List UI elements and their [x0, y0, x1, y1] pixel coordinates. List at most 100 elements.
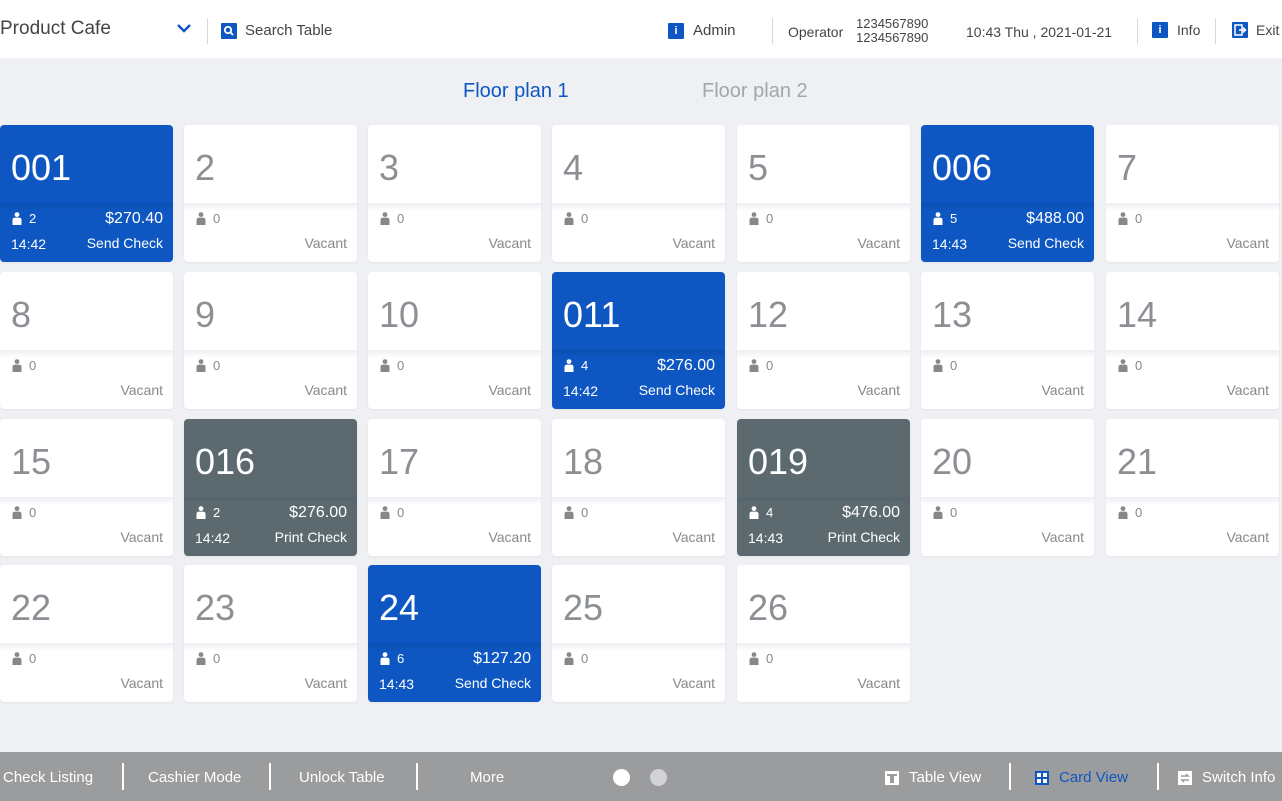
- page-dot[interactable]: [650, 769, 667, 786]
- guest-count-value: 0: [29, 358, 37, 373]
- table-card[interactable]: 20 0 Vacant: [921, 419, 1094, 556]
- table-card[interactable]: 2 0 Vacant: [184, 125, 357, 262]
- table-view-button[interactable]: Table View: [884, 769, 981, 786]
- table-status: Print Check: [827, 529, 900, 545]
- card-divider: [921, 350, 1094, 358]
- info-button[interactable]: i Info: [1152, 22, 1200, 38]
- guest-count: 0: [1117, 211, 1142, 226]
- guest-count: 0: [932, 505, 957, 520]
- check-listing-button[interactable]: Check Listing: [3, 769, 93, 786]
- more-button[interactable]: More: [470, 769, 504, 786]
- table-card[interactable]: 9 0 Vacant: [184, 272, 357, 409]
- guest-count: 0: [379, 358, 404, 373]
- table-status: Send Check: [638, 382, 715, 398]
- person-icon: [196, 212, 206, 225]
- person-icon: [933, 212, 943, 225]
- check-time: 14:42: [11, 236, 47, 252]
- guest-count-value: 0: [950, 358, 958, 373]
- guest-count-value: 0: [397, 505, 405, 520]
- guest-count-value: 0: [581, 505, 589, 520]
- table-number: 21: [1117, 441, 1158, 482]
- table-status: Vacant: [488, 529, 531, 545]
- person-icon: [1118, 359, 1128, 372]
- card-divider: [921, 497, 1094, 505]
- check-time: 14:42: [195, 530, 231, 546]
- person-icon: [12, 212, 22, 225]
- table-card[interactable]: 019 4 $476.00 14:43 Print Check: [737, 419, 910, 556]
- table-card[interactable]: 24 6 $127.20 14:43 Send Check: [368, 565, 541, 702]
- table-card[interactable]: 10 0 Vacant: [368, 272, 541, 409]
- switch-info-button[interactable]: Switch Info: [1177, 769, 1275, 786]
- table-card[interactable]: 006 5 $488.00 14:43 Send Check: [921, 125, 1094, 262]
- table-status: Send Check: [454, 675, 531, 691]
- person-icon: [749, 506, 759, 519]
- person-icon: [749, 359, 759, 372]
- table-number: 9: [195, 294, 216, 335]
- unlock-table-button[interactable]: Unlock Table: [299, 769, 385, 786]
- guest-count: 2: [195, 505, 220, 520]
- switch-info-label: Switch Info: [1202, 769, 1276, 786]
- table-status: Print Check: [274, 529, 347, 545]
- table-card[interactable]: 13 0 Vacant: [921, 272, 1094, 409]
- table-status: Vacant: [120, 529, 163, 545]
- table-card[interactable]: 15 0 Vacant: [0, 419, 173, 556]
- table-status: Vacant: [120, 675, 163, 691]
- table-card[interactable]: 14 0 Vacant: [1106, 272, 1279, 409]
- table-card[interactable]: 25 0 Vacant: [552, 565, 725, 702]
- card-view-button[interactable]: Card View: [1034, 769, 1128, 786]
- table-card[interactable]: 5 0 Vacant: [737, 125, 910, 262]
- table-card[interactable]: 8 0 Vacant: [0, 272, 173, 409]
- header-divider: [207, 18, 208, 44]
- chevron-down-icon[interactable]: [176, 22, 192, 34]
- table-card[interactable]: 21 0 Vacant: [1106, 419, 1279, 556]
- person-icon: [380, 212, 390, 225]
- table-card[interactable]: 12 0 Vacant: [737, 272, 910, 409]
- table-status: Vacant: [672, 529, 715, 545]
- table-number: 12: [748, 294, 789, 335]
- table-status: Vacant: [1041, 382, 1084, 398]
- table-card[interactable]: 4 0 Vacant: [552, 125, 725, 262]
- person-icon: [933, 506, 943, 519]
- exit-label: Exit: [1256, 22, 1280, 38]
- table-status: Vacant: [1041, 529, 1084, 545]
- table-number: 006: [932, 147, 993, 188]
- table-status: Vacant: [488, 382, 531, 398]
- guest-count: 0: [748, 211, 773, 226]
- table-card[interactable]: 26 0 Vacant: [737, 565, 910, 702]
- admin-user[interactable]: i Admin: [668, 22, 736, 39]
- guest-count: 5: [932, 211, 957, 226]
- table-card[interactable]: 011 4 $276.00 14:42 Send Check: [552, 272, 725, 409]
- cashier-mode-button[interactable]: Cashier Mode: [148, 769, 241, 786]
- table-status: Vacant: [857, 235, 900, 251]
- table-card[interactable]: 18 0 Vacant: [552, 419, 725, 556]
- table-card[interactable]: 7 0 Vacant: [1106, 125, 1279, 262]
- check-amount: $276.00: [289, 504, 347, 521]
- person-icon: [564, 506, 574, 519]
- exit-button[interactable]: Exit: [1232, 22, 1279, 38]
- check-amount: $127.20: [473, 650, 531, 667]
- guest-count: 0: [563, 651, 588, 666]
- switch-icon: [1178, 770, 1192, 785]
- table-card[interactable]: 016 2 $276.00 14:42 Print Check: [184, 419, 357, 556]
- guest-count: 4: [563, 358, 588, 373]
- table-card[interactable]: 3 0 Vacant: [368, 125, 541, 262]
- tab-floor-plan-1[interactable]: Floor plan 1: [463, 80, 569, 103]
- check-time: 14:42: [563, 383, 599, 399]
- table-card[interactable]: 22 0 Vacant: [0, 565, 173, 702]
- check-amount: $476.00: [842, 504, 900, 521]
- table-card[interactable]: 17 0 Vacant: [368, 419, 541, 556]
- table-status: Send Check: [86, 235, 163, 251]
- page-dot[interactable]: [613, 769, 630, 786]
- table-number: 18: [563, 441, 604, 482]
- exit-icon: [1232, 22, 1248, 38]
- guest-count: 0: [1117, 358, 1142, 373]
- card-divider: [1106, 203, 1279, 211]
- table-card[interactable]: 001 2 $270.40 14:42 Send Check: [0, 125, 173, 262]
- table-card[interactable]: 23 0 Vacant: [184, 565, 357, 702]
- card-divider: [184, 203, 357, 211]
- tab-floor-plan-2[interactable]: Floor plan 2: [702, 80, 808, 103]
- table-status: Vacant: [304, 382, 347, 398]
- guest-count: 0: [563, 505, 588, 520]
- search-table-button[interactable]: Search Table: [221, 22, 332, 39]
- check-time: 14:43: [932, 236, 968, 252]
